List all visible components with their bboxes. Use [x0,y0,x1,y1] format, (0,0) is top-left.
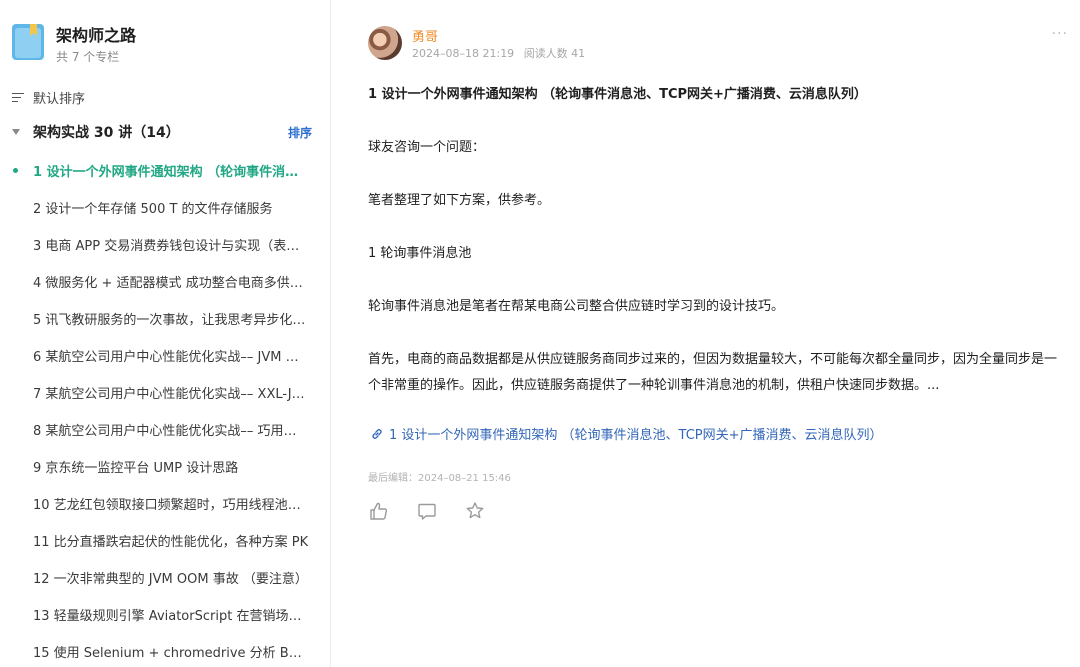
lesson-item[interactable]: 2 设计一个年存储 500 T 的文件存储服务 [0,189,330,226]
article-link[interactable]: 1 设计一个外网事件通知架构 （轮询事件消息池、TCP网关+广播消费、云消息队列… [370,424,883,443]
post-meta: 2024–08–18 21:19 阅读人数 41 [412,45,585,61]
lesson-title: 8 某航空公司用户中心性能优化实战–– 巧用缓存 [33,424,309,439]
collapse-triangle-icon[interactable] [12,129,20,135]
lesson-item[interactable]: 4 微服务化 + 适配器模式 成功整合电商多供应链 [0,263,330,300]
lesson-item[interactable]: 8 某航空公司用户中心性能优化实战–– 巧用缓存 [0,411,330,448]
post-paragraph: 首先，电商的商品数据都是从供应链服务商同步过来的，但因为数据量较大，不可能每次都… [368,352,1058,393]
author-avatar[interactable] [368,26,402,60]
lesson-title: 9 京东统一监控平台 UMP 设计思路 [33,461,239,476]
lesson-title: 11 比分直播跌宕起伏的性能优化，各种方案 PK [33,535,309,550]
lesson-title: 6 某航空公司用户中心性能优化实战–– JVM 调优 [33,350,309,365]
post-paragraph: 笔者整理了如下方案，供参考。 [368,193,551,208]
more-options-icon[interactable]: ··· [1052,26,1068,42]
lesson-item[interactable]: 15 使用 Selenium + chromedrive 分析 Boss 直聘 [0,633,330,667]
column-book-icon [12,24,44,62]
lesson-item[interactable]: 11 比分直播跌宕起伏的性能优化，各种方案 PK [0,522,330,559]
star-icon[interactable] [464,500,486,522]
lesson-title: 10 艺龙红包领取接口频繁超时，巧用线程池隔离 [33,498,309,513]
sort-lines-icon [12,92,26,104]
lesson-title: 5 讯飞教研服务的一次事故，让我思考异步化的边界 [33,313,309,328]
author-name[interactable]: 勇哥 [412,26,438,45]
article-link-text[interactable]: 1 设计一个外网事件通知架构 （轮询事件消息池、TCP网关+广播消费、云消息队列… [389,424,883,443]
post-title: 1 设计一个外网事件通知架构 （轮询事件消息池、TCP网关+广播消费、云消息队列… [368,87,867,102]
read-count: 阅读人数 41 [523,47,586,60]
column-header[interactable]: 架构师之路 共 7 个专栏 [12,24,136,66]
post-body: 1 设计一个外网事件通知架构 （轮询事件消息池、TCP网关+广播消费、云消息队列… [368,82,1068,399]
lesson-title: 12 一次非常典型的 JVM OOM 事故 （要注意） [33,572,308,587]
lesson-item-active[interactable]: 1 设计一个外网事件通知架构 （轮询事件消息池、TCP网关+广播消费、云消息队列… [0,152,330,189]
section-label: 架构实战 30 讲（14） [33,125,180,141]
default-sort-label: 默认排序 [33,92,86,107]
default-sort-toggle[interactable]: 默认排序 [12,88,85,107]
lesson-item[interactable]: 7 某航空公司用户中心性能优化实战–– XXL-JOB 调优 [0,374,330,411]
last-edited: 最后编辑：2024–08–21 15:46 [368,473,511,484]
post-date: 2024–08–18 21:19 [412,47,515,60]
lesson-title: 7 某航空公司用户中心性能优化实战–– XXL-JOB 调优 [33,387,309,402]
column-title: 架构师之路 [56,26,137,45]
lesson-item[interactable]: 9 京东统一监控平台 UMP 设计思路 [0,448,330,485]
lesson-item[interactable]: 3 电商 APP 交易消费券钱包设计与实现（表结构设计） [0,226,330,263]
lesson-title: 13 轻量级规则引擎 AviatorScript 在营销场景的应用 [33,609,309,624]
post-paragraph: 1 轮询事件消息池 [368,246,472,261]
section-sort-button[interactable]: 排序 [288,124,312,141]
column-sidebar: 架构师之路 共 7 个专栏 默认排序 架构实战 30 讲（14） 排序 1 设计… [0,0,331,667]
link-icon [372,428,382,439]
lesson-item[interactable]: 5 讯飞教研服务的一次事故，让我思考异步化的边界 [0,300,330,337]
lesson-title: 3 电商 APP 交易消费券钱包设计与实现（表结构设计） [33,239,309,254]
post-paragraph: 轮询事件消息池是笔者在帮某电商公司整合供应链时学习到的设计技巧。 [368,299,785,314]
thumbs-up-icon[interactable] [368,500,390,522]
lesson-item[interactable]: 13 轻量级规则引擎 AviatorScript 在营销场景的应用 [0,596,330,633]
lesson-title: 2 设计一个年存储 500 T 的文件存储服务 [33,202,273,217]
comment-icon[interactable] [416,500,438,522]
lesson-list: 1 设计一个外网事件通知架构 （轮询事件消息池、TCP网关+广播消费、云消息队列… [0,152,330,667]
post-content: 勇哥 2024–08–18 21:19 阅读人数 41 ··· 1 设计一个外网… [332,0,1080,667]
lesson-title: 4 微服务化 + 适配器模式 成功整合电商多供应链 [33,276,309,291]
lesson-item[interactable]: 12 一次非常典型的 JVM OOM 事故 （要注意） [0,559,330,596]
section-header[interactable]: 架构实战 30 讲（14） 排序 [12,122,312,142]
post-actions [368,500,512,522]
lesson-item[interactable]: 6 某航空公司用户中心性能优化实战–– JVM 调优 [0,337,330,374]
post-paragraph: 球友咨询一个问题： [368,140,486,155]
column-subtitle: 共 7 个专栏 [56,50,120,64]
lesson-title: 15 使用 Selenium + chromedrive 分析 Boss 直聘 [33,646,309,661]
lesson-title: 1 设计一个外网事件通知架构 （轮询事件消息池、TCP网关+广播消费、云消息队列… [33,165,309,180]
lesson-item[interactable]: 10 艺龙红包领取接口频繁超时，巧用线程池隔离 [0,485,330,522]
